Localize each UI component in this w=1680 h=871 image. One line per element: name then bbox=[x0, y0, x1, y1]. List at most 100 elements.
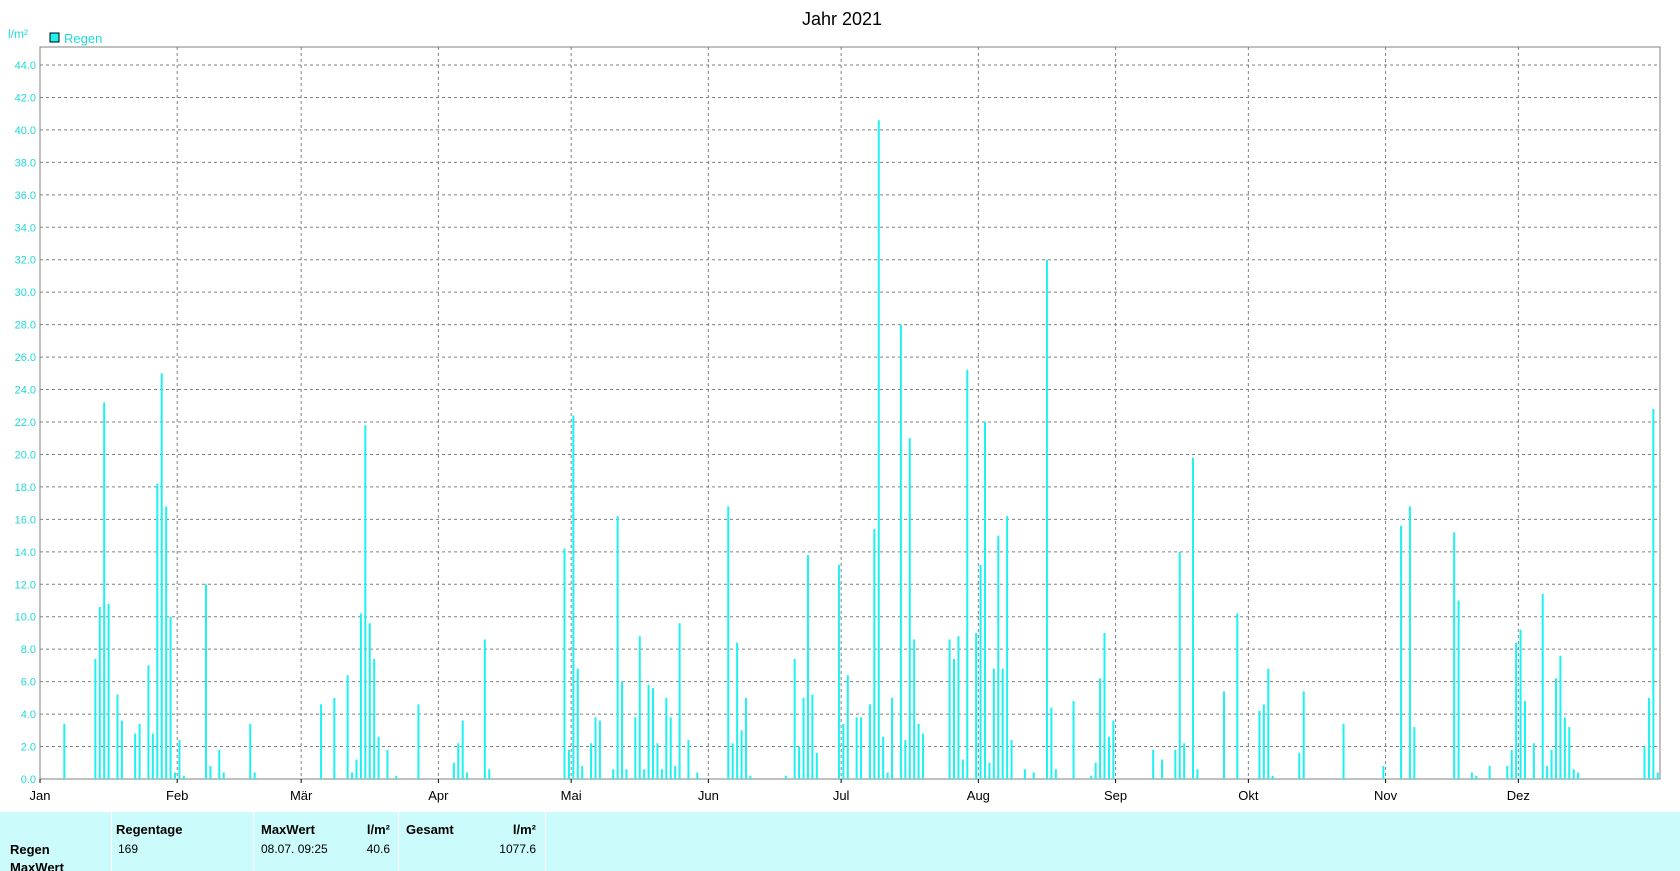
rain-bar bbox=[1647, 697, 1650, 779]
rain-bar bbox=[660, 769, 663, 779]
rain-bar bbox=[1532, 743, 1535, 779]
rain-bar bbox=[209, 766, 212, 779]
rain-bar bbox=[1519, 629, 1522, 779]
rain-bar bbox=[1090, 775, 1093, 779]
x-tick-label: Sep bbox=[1104, 788, 1127, 803]
rain-bar bbox=[103, 402, 106, 779]
rain-bar bbox=[860, 717, 863, 779]
rain-bar bbox=[63, 723, 66, 779]
rain-bar bbox=[169, 616, 172, 779]
rain-bar bbox=[373, 658, 376, 779]
rain-bar bbox=[98, 606, 101, 779]
y-tick-label: 34.0 bbox=[15, 222, 36, 234]
regentage-value: 169 bbox=[118, 842, 139, 856]
y-tick-labels: 0.0 2.0 4.0 6.0 8.0 10.0 12.0 14.0 16.0 18.0 20.0 2… bbox=[15, 60, 36, 786]
rain-bar bbox=[736, 642, 739, 779]
rain-bar bbox=[1515, 642, 1518, 779]
rain-bar bbox=[806, 555, 809, 779]
rain-bar bbox=[395, 775, 398, 779]
rain-bar bbox=[984, 422, 986, 779]
rain-bar bbox=[1174, 749, 1177, 779]
rain-bar bbox=[647, 684, 650, 779]
rain-bar bbox=[1223, 691, 1226, 779]
x-tick-label: Apr bbox=[428, 788, 449, 803]
rain-bar bbox=[1506, 766, 1509, 779]
x-tick-label: Jul bbox=[833, 788, 850, 803]
rain-bar bbox=[846, 675, 849, 779]
rain-bar bbox=[483, 639, 486, 779]
rain-bar bbox=[1178, 551, 1181, 779]
rain-bar bbox=[922, 733, 925, 779]
rain-bar bbox=[156, 483, 159, 779]
rain-bar bbox=[744, 697, 747, 779]
rain-bar bbox=[802, 697, 805, 779]
rain-bar bbox=[1107, 736, 1110, 779]
y-tick-label: 4.0 bbox=[21, 709, 36, 721]
rain-bar bbox=[581, 766, 584, 779]
rain-bar bbox=[218, 749, 221, 779]
rain-bar bbox=[1413, 727, 1416, 779]
y-tick-label: 8.0 bbox=[21, 644, 36, 656]
x-tick-label: Okt bbox=[1238, 788, 1259, 803]
y-axis-unit: l/m² bbox=[8, 27, 28, 41]
rain-bar bbox=[151, 733, 154, 779]
rain-bar bbox=[749, 775, 752, 779]
rain-bar bbox=[975, 632, 978, 779]
y-tick-label: 24.0 bbox=[15, 385, 36, 397]
rain-bar bbox=[638, 636, 641, 779]
maxwert-value: 40.6 bbox=[366, 842, 390, 856]
y-tick-label: 30.0 bbox=[15, 287, 36, 299]
rain-bar bbox=[147, 665, 150, 779]
rain-bar bbox=[1568, 727, 1571, 779]
rain-bar bbox=[696, 772, 699, 779]
row-label-maxwert: MaxWert bbox=[10, 860, 64, 871]
rain-bar bbox=[1099, 678, 1102, 779]
rain-bar bbox=[1152, 749, 1155, 779]
gesamt-value: 1077.6 bbox=[499, 842, 536, 856]
y-tick-label: 14.0 bbox=[15, 547, 36, 559]
y-tick-label: 2.0 bbox=[21, 742, 36, 754]
rain-bar bbox=[1408, 506, 1411, 779]
rain-bar bbox=[1267, 668, 1270, 779]
maxwert-date: 08.07. 09:25 bbox=[261, 842, 328, 856]
rain-bar bbox=[1457, 600, 1460, 779]
rain-bar bbox=[1382, 766, 1385, 779]
rain-bar bbox=[1112, 720, 1115, 779]
rain-bar bbox=[727, 506, 730, 779]
rain-bar bbox=[621, 681, 624, 779]
rain-bar bbox=[669, 717, 672, 779]
rain-bar bbox=[1045, 259, 1048, 779]
summary-table: Regen MaxWert Regentage 169 MaxWert l/m²… bbox=[0, 812, 1680, 871]
rain-bar bbox=[1236, 613, 1239, 779]
rain-bar bbox=[842, 723, 845, 779]
rain-bar bbox=[678, 623, 681, 779]
y-tick-label: 22.0 bbox=[15, 417, 36, 429]
rain-bar bbox=[364, 425, 367, 779]
rain-bar bbox=[1023, 769, 1026, 779]
rain-bar bbox=[204, 584, 207, 779]
rain-bar bbox=[899, 324, 902, 779]
rain-bar bbox=[625, 769, 628, 779]
rain-bar bbox=[1050, 707, 1053, 779]
rain-bar bbox=[1643, 746, 1646, 779]
rain-bar bbox=[1001, 668, 1004, 779]
rain-bar bbox=[966, 370, 969, 779]
rain-bar bbox=[1103, 632, 1106, 779]
x-tick-label: Dez bbox=[1507, 788, 1530, 803]
rain-bar bbox=[359, 613, 362, 779]
rain-bar bbox=[1196, 769, 1199, 779]
summary-maxwert-col: MaxWert l/m² 08.07. 09:25 40.6 bbox=[254, 812, 399, 871]
rain-bar bbox=[1656, 772, 1659, 779]
rain-bar bbox=[594, 717, 597, 779]
rain-bar bbox=[1470, 772, 1473, 779]
y-tick-label: 26.0 bbox=[15, 352, 36, 364]
regentage-header: Regentage bbox=[116, 822, 183, 837]
summary-gesamt-col: Gesamt l/m² 1077.6 bbox=[399, 812, 546, 871]
rain-bar bbox=[1488, 766, 1491, 779]
y-tick-label: 36.0 bbox=[15, 190, 36, 202]
legend-swatch bbox=[49, 32, 60, 43]
rain-bar bbox=[793, 658, 796, 779]
y-tick-label: 28.0 bbox=[15, 320, 36, 332]
rain-bar bbox=[377, 736, 380, 779]
y-tick-label: 38.0 bbox=[15, 157, 36, 169]
